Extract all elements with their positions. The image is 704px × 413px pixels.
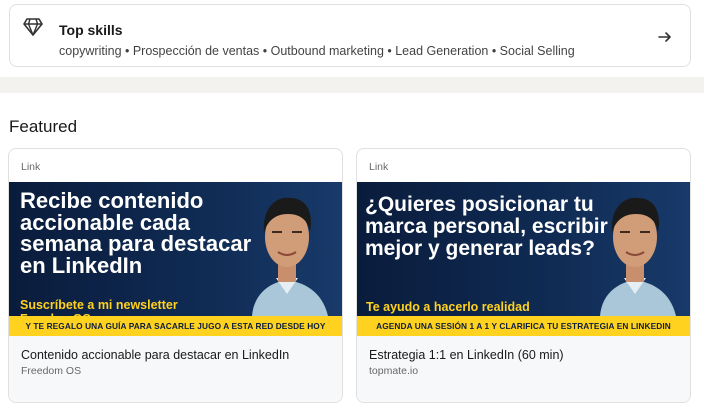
arrow-right-icon[interactable] (657, 29, 673, 45)
featured-card-newsletter[interactable]: Link Recibe contenido accionable cada se… (8, 148, 343, 403)
featured-card-title[interactable]: Estrategia 1:1 en LinkedIn (60 min) (369, 348, 564, 362)
featured-type-label: Link (369, 161, 389, 173)
banner-cta-strip: AGENDA UNA SESIÓN 1 A 1 Y CLARIFICA TU E… (357, 316, 690, 336)
top-skills-list: copywriting • Prospección de ventas • Ou… (59, 44, 575, 58)
section-divider (0, 77, 704, 93)
banner-headline: Recibe contenido accionable cada semana … (20, 188, 252, 278)
featured-card-source: Freedom OS (21, 365, 82, 377)
featured-card-footer[interactable]: Contenido accionable para destacar en Li… (9, 336, 342, 402)
featured-card-strategy[interactable]: Link ¿Quieres posicionar tu marca person… (356, 148, 691, 403)
featured-banner-image[interactable]: Recibe contenido accionable cada semana … (9, 182, 342, 336)
featured-card-footer[interactable]: Estrategia 1:1 en LinkedIn (60 min) topm… (357, 336, 690, 402)
diamond-icon (23, 18, 43, 36)
banner-headline: ¿Quieres posicionar tu marca personal, e… (365, 193, 608, 260)
banner-cta-strip: Y TE REGALO UNA GUÍA PARA SACARLE JUGO A… (9, 316, 342, 336)
featured-card-source: topmate.io (369, 365, 419, 377)
banner-subheadline: Te ayudo a hacerlo realidad (366, 300, 530, 314)
person-photo (600, 197, 676, 316)
featured-card-title[interactable]: Contenido accionable para destacar en Li… (21, 348, 289, 362)
person-photo (252, 197, 328, 316)
top-skills-card[interactable]: Top skills copywriting • Prospección de … (9, 4, 691, 67)
featured-banner-image[interactable]: ¿Quieres posicionar tu marca personal, e… (357, 182, 690, 336)
featured-heading: Featured (9, 117, 78, 136)
top-skills-title: Top skills (59, 22, 123, 38)
featured-type-label: Link (21, 161, 41, 173)
